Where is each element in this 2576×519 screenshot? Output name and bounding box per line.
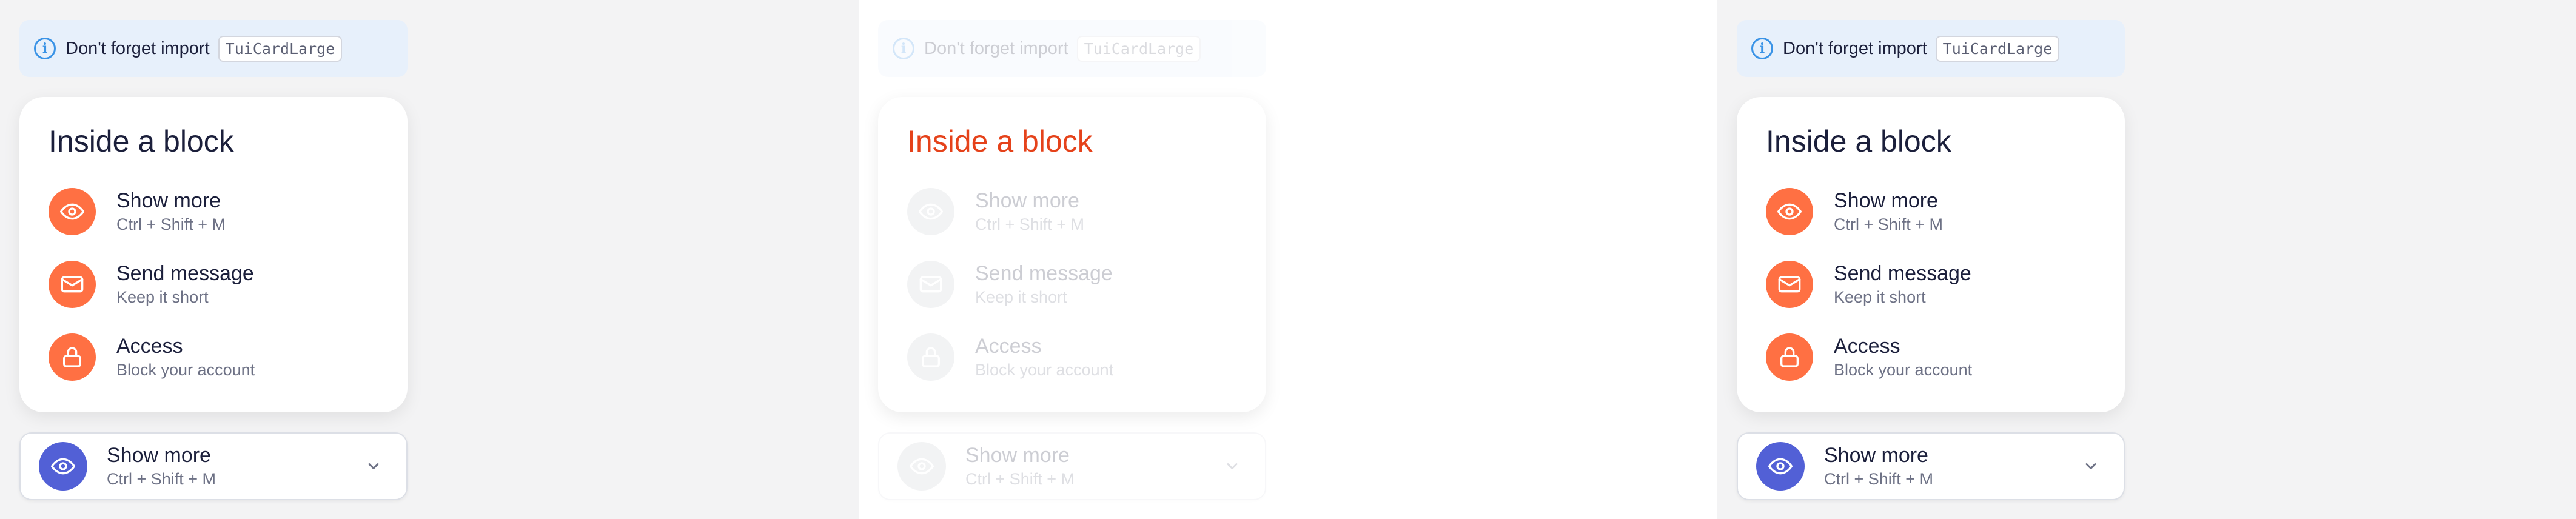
mail-icon bbox=[907, 261, 954, 308]
select-subtitle: Ctrl + Shift + M bbox=[1824, 470, 1934, 488]
item-title: Show more bbox=[116, 189, 221, 212]
notice-text: Don't forget import bbox=[924, 38, 1068, 58]
info-icon: i bbox=[1751, 38, 1773, 59]
item-title: Send message bbox=[116, 262, 254, 285]
lock-icon bbox=[907, 333, 954, 381]
select-dropdown[interactable]: Show more Ctrl + Shift + M bbox=[878, 432, 1266, 500]
item-title: Send message bbox=[975, 262, 1113, 285]
chevron-down-icon[interactable] bbox=[2082, 458, 2099, 475]
item-subtitle: Keep it short bbox=[1834, 288, 1926, 306]
list-item-access[interactable]: Access Block your account bbox=[49, 333, 255, 381]
item-title: Access bbox=[975, 335, 1042, 358]
card-title: Inside a block bbox=[907, 124, 1093, 158]
info-icon: i bbox=[893, 38, 914, 59]
eye-icon bbox=[49, 188, 96, 235]
card-title: Inside a block bbox=[1766, 124, 1951, 158]
lock-icon bbox=[49, 333, 96, 381]
import-notice: i Don't forget import TuiCardLarge bbox=[878, 20, 1266, 77]
list-item-show-more[interactable]: Show more Ctrl + Shift + M bbox=[1766, 188, 1943, 235]
list-item-access[interactable]: Access Block your account bbox=[1766, 333, 1972, 381]
card-block: Inside a block Show more Ctrl + Shift + … bbox=[19, 97, 408, 412]
eye-icon bbox=[39, 442, 87, 491]
panel-normal-2: i Don't forget import TuiCardLarge Insid… bbox=[1717, 0, 2576, 519]
item-title: Access bbox=[116, 335, 183, 358]
eye-icon bbox=[1766, 188, 1813, 235]
select-subtitle: Ctrl + Shift + M bbox=[965, 470, 1075, 488]
select-dropdown[interactable]: Show more Ctrl + Shift + M bbox=[19, 432, 408, 500]
item-subtitle: Ctrl + Shift + M bbox=[1834, 215, 1944, 233]
item-subtitle: Block your account bbox=[975, 361, 1114, 379]
item-title: Show more bbox=[975, 189, 1079, 212]
chevron-down-icon[interactable] bbox=[1224, 458, 1241, 475]
item-title: Send message bbox=[1834, 262, 1971, 285]
notice-text: Don't forget import bbox=[1783, 38, 1927, 58]
eye-icon bbox=[1756, 442, 1805, 491]
item-subtitle: Keep it short bbox=[975, 288, 1067, 306]
select-subtitle: Ctrl + Shift + M bbox=[107, 470, 216, 488]
list-item-send-message[interactable]: Send message Keep it short bbox=[907, 261, 1113, 308]
item-title: Show more bbox=[1834, 189, 1938, 212]
select-title: Show more bbox=[107, 444, 211, 467]
notice-code: TuiCardLarge bbox=[1935, 35, 2060, 62]
select-title: Show more bbox=[1824, 444, 1928, 467]
mail-icon bbox=[1766, 261, 1813, 308]
eye-icon bbox=[897, 442, 946, 491]
notice-code: TuiCardLarge bbox=[1076, 35, 1201, 62]
list-item-access[interactable]: Access Block your account bbox=[907, 333, 1113, 381]
list-item-show-more[interactable]: Show more Ctrl + Shift + M bbox=[907, 188, 1084, 235]
list-item-send-message[interactable]: Send message Keep it short bbox=[49, 261, 254, 308]
panel-highlighted: i Don't forget import TuiCardLarge Insid… bbox=[859, 0, 1717, 519]
panel-normal: i Don't forget import TuiCardLarge Insid… bbox=[0, 0, 859, 519]
card-title: Inside a block bbox=[49, 124, 234, 158]
item-subtitle: Ctrl + Shift + M bbox=[116, 215, 226, 233]
item-subtitle: Ctrl + Shift + M bbox=[975, 215, 1085, 233]
list-item-send-message[interactable]: Send message Keep it short bbox=[1766, 261, 1971, 308]
item-subtitle: Block your account bbox=[1834, 361, 1973, 379]
item-subtitle: Block your account bbox=[116, 361, 255, 379]
notice-text: Don't forget import bbox=[65, 38, 210, 58]
eye-icon bbox=[907, 188, 954, 235]
notice-code: TuiCardLarge bbox=[218, 35, 343, 62]
list-item-show-more[interactable]: Show more Ctrl + Shift + M bbox=[49, 188, 226, 235]
chevron-down-icon[interactable] bbox=[365, 458, 382, 475]
import-notice: i Don't forget import TuiCardLarge bbox=[1737, 20, 2125, 77]
item-title: Access bbox=[1834, 335, 1900, 358]
mail-icon bbox=[49, 261, 96, 308]
card-block: Inside a block Show more Ctrl + Shift + … bbox=[1737, 97, 2125, 412]
item-subtitle: Keep it short bbox=[116, 288, 209, 306]
select-dropdown[interactable]: Show more Ctrl + Shift + M bbox=[1737, 432, 2125, 500]
select-title: Show more bbox=[965, 444, 1070, 467]
card-block: Inside a block Show more Ctrl + Shift + … bbox=[878, 97, 1266, 412]
import-notice: i Don't forget import TuiCardLarge bbox=[19, 20, 408, 77]
info-icon: i bbox=[34, 38, 56, 59]
lock-icon bbox=[1766, 333, 1813, 381]
